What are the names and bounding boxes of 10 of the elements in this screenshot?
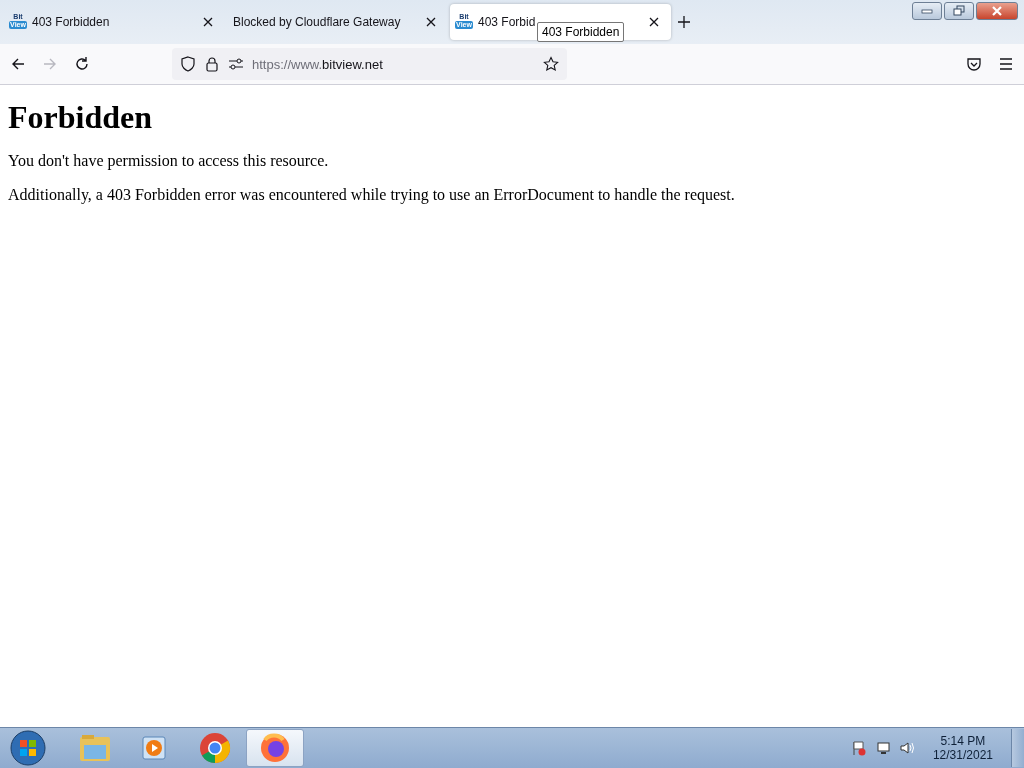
page-heading: Forbidden <box>8 99 154 136</box>
tab-tooltip: 403 Forbidden <box>537 22 625 42</box>
url-text: https://www.bitview.net <box>252 56 384 72</box>
tab-title: 403 Forbidden <box>32 15 111 29</box>
clock-time: 5:14 PM <box>940 734 986 748</box>
clock-date: 12/31/2021 <box>932 748 993 762</box>
tab-title: Blocked by Cloudflare Gateway <box>233 15 402 29</box>
page-text: Additionally, a 403 Forbidden error was encountered while trying to use an ErrorDocument to handle the request. <box>8 186 736 204</box>
tab-title: 403 Forbid <box>478 15 537 29</box>
page-text: You don't have permission to access this resource. <box>8 152 330 170</box>
